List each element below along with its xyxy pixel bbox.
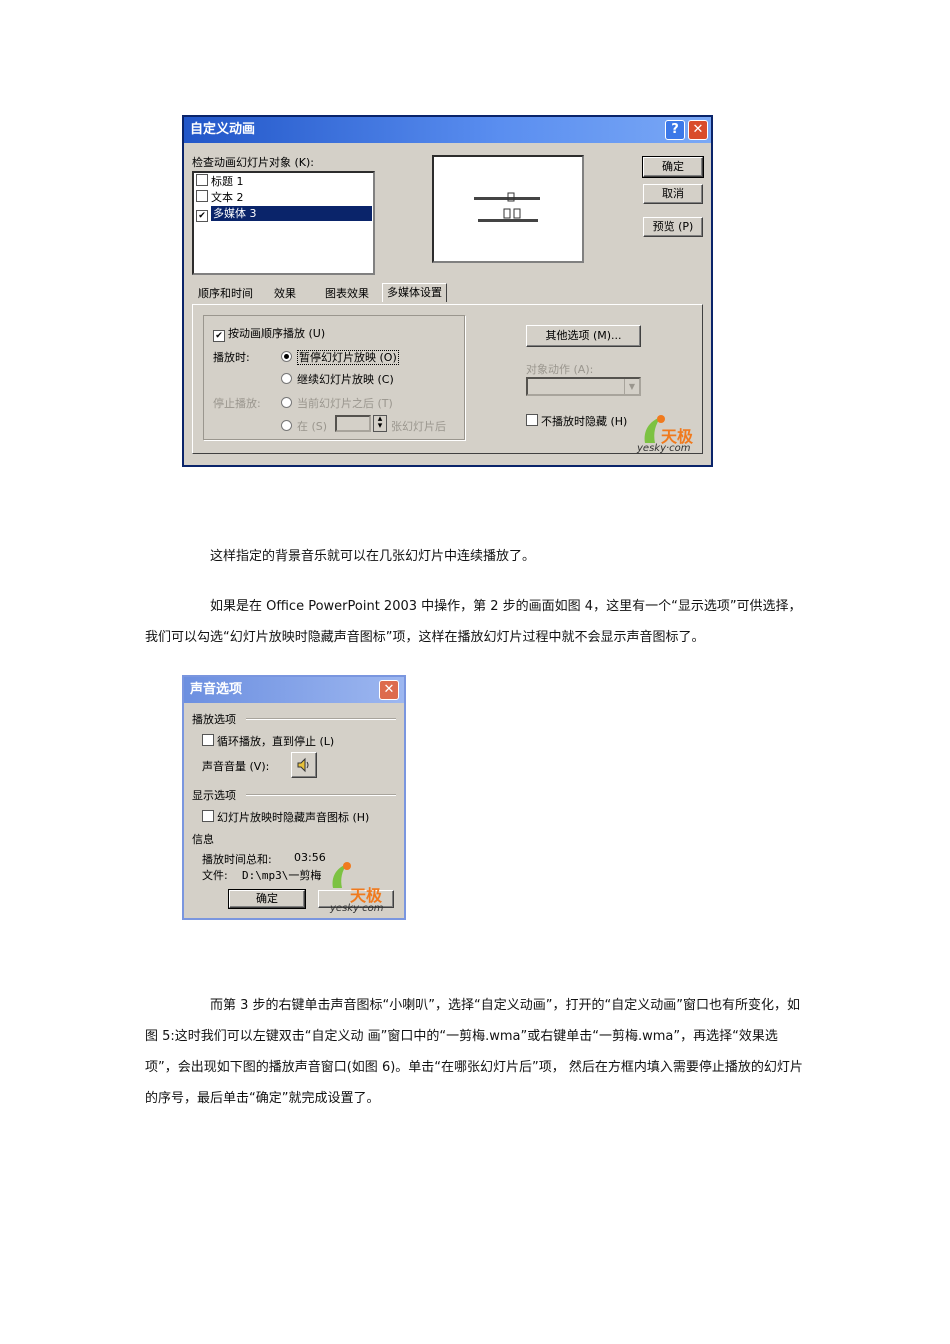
info-header: 信息 <box>192 833 214 846</box>
object-action-select[interactable]: ▼ <box>526 377 641 396</box>
watermark-en: yesky·com <box>330 903 384 914</box>
dialog-title-bar[interactable]: 自定义动画 <box>184 117 711 143</box>
check-objects-label: 检查动画幻灯片对象 (K): <box>192 156 314 169</box>
paragraph-1: 这样指定的背景音乐就可以在几张幻灯片中连续播放了。 <box>210 549 536 564</box>
play-in-order-checkbox[interactable]: ✔ 按动画顺序播放 (U) <box>213 325 325 342</box>
speaker-icon <box>297 757 309 773</box>
radio-icon[interactable] <box>281 397 292 408</box>
tab-chart-effects[interactable]: 图表效果 <box>321 285 373 303</box>
paragraph-3: 而第 3 步的右键单击声音图标“小喇叭”，选择“自定义动画”，打开的“自定义动画… <box>145 998 803 1106</box>
chevron-down-icon[interactable]: ▼ <box>624 379 639 394</box>
divider <box>246 794 396 795</box>
hide-when-not-playing-checkbox[interactable]: 不播放时隐藏 (H) <box>526 413 627 429</box>
list-item-selected[interactable]: ✔ 多媒体 3 <box>196 206 372 222</box>
after-n-slides-radio[interactable]: 在 (S) <box>281 418 327 434</box>
divider <box>246 718 396 719</box>
while-playing-label: 播放时: <box>213 351 250 364</box>
continue-slideshow-radio[interactable]: 继续幻灯片放映 (C) <box>281 371 394 387</box>
ok-button[interactable]: 确定 <box>642 156 704 178</box>
radio-icon[interactable] <box>281 420 292 431</box>
preview-button[interactable]: 预览 (P) <box>643 217 703 237</box>
volume-label: 声音音量 (V): <box>202 760 270 773</box>
close-icon[interactable]: ✕ <box>379 680 399 700</box>
cancel-button[interactable]: 取消 <box>643 184 703 204</box>
tab-multimedia-settings[interactable]: 多媒体设置 <box>382 283 447 302</box>
preview-thumbnail-icon <box>474 192 540 222</box>
dialog-title: 声音选项 <box>190 682 243 697</box>
checkbox-icon[interactable] <box>202 810 214 822</box>
tab-strip: 顺序和时间 效果 图表效果 多媒体设置 <box>194 283 704 305</box>
loop-checkbox[interactable]: 循环播放，直到停止 (L) <box>202 733 334 749</box>
tab-order-timing[interactable]: 顺序和时间 <box>194 285 257 303</box>
spinner-icon[interactable]: ▴ ▾ <box>373 415 387 432</box>
custom-animation-dialog: 自定义动画 ? ✕ 检查动画幻灯片对象 (K): 标题 1 文本 2 ✔ 多媒体 … <box>182 115 713 467</box>
play-options-header: 播放选项 <box>192 713 236 726</box>
slides-after-label: 张幻灯片后 <box>391 420 446 433</box>
file-path-value: D:\mp3\一剪梅 <box>242 869 322 882</box>
radio-icon[interactable] <box>281 373 292 384</box>
watermark-en: yesky·com <box>637 443 691 454</box>
total-time-label: 播放时间总和: <box>202 853 272 866</box>
sound-options-dialog: 声音选项 ✕ 播放选项 循环播放，直到停止 (L) 声音音量 (V): 显示选项… <box>182 675 406 920</box>
tab-effects[interactable]: 效果 <box>270 285 300 303</box>
slide-preview <box>432 155 584 263</box>
list-item[interactable]: 标题 1 <box>196 174 244 189</box>
objects-listbox[interactable]: 标题 1 文本 2 ✔ 多媒体 3 <box>192 171 375 275</box>
tab-panel: ✔ 按动画顺序播放 (U) 播放时: 暂停幻灯片放映 (O) 继续幻灯片放映 (C… <box>192 304 703 454</box>
volume-button[interactable] <box>291 752 317 778</box>
checkbox-icon[interactable] <box>196 190 208 202</box>
object-action-label: 对象动作 (A): <box>526 363 594 376</box>
more-options-button[interactable]: 其他选项 (M)... <box>526 325 641 347</box>
radio-selected-icon[interactable] <box>281 351 292 362</box>
file-label: 文件: <box>202 869 228 882</box>
checkbox-icon[interactable] <box>526 414 538 426</box>
pause-slideshow-radio[interactable]: 暂停幻灯片放映 (O) <box>281 349 399 365</box>
hide-sound-icon-checkbox[interactable]: 幻灯片放映时隐藏声音图标 (H) <box>202 809 369 825</box>
dialog-title-bar[interactable]: 声音选项 <box>184 677 404 703</box>
ok-button[interactable]: 确定 <box>228 889 306 909</box>
checkbox-icon[interactable] <box>196 174 208 186</box>
close-icon[interactable]: ✕ <box>688 120 708 140</box>
checkbox-checked-icon[interactable]: ✔ <box>196 210 208 222</box>
total-time-value: 03:56 <box>294 851 326 864</box>
stop-playing-label: 停止播放: <box>213 397 261 410</box>
after-current-slide-radio[interactable]: 当前幻灯片之后 (T) <box>281 395 393 411</box>
dialog-title: 自定义动画 <box>190 122 256 137</box>
display-options-header: 显示选项 <box>192 789 236 802</box>
help-button[interactable]: ? <box>665 120 685 140</box>
checkbox-icon[interactable] <box>202 734 214 746</box>
checkbox-checked-icon[interactable]: ✔ <box>213 330 225 342</box>
list-item[interactable]: 文本 2 <box>196 190 244 205</box>
paragraph-2: 如果是在 Office PowerPoint 2003 中操作，第 2 步的画面… <box>145 599 802 645</box>
slide-count-input[interactable] <box>335 415 371 432</box>
